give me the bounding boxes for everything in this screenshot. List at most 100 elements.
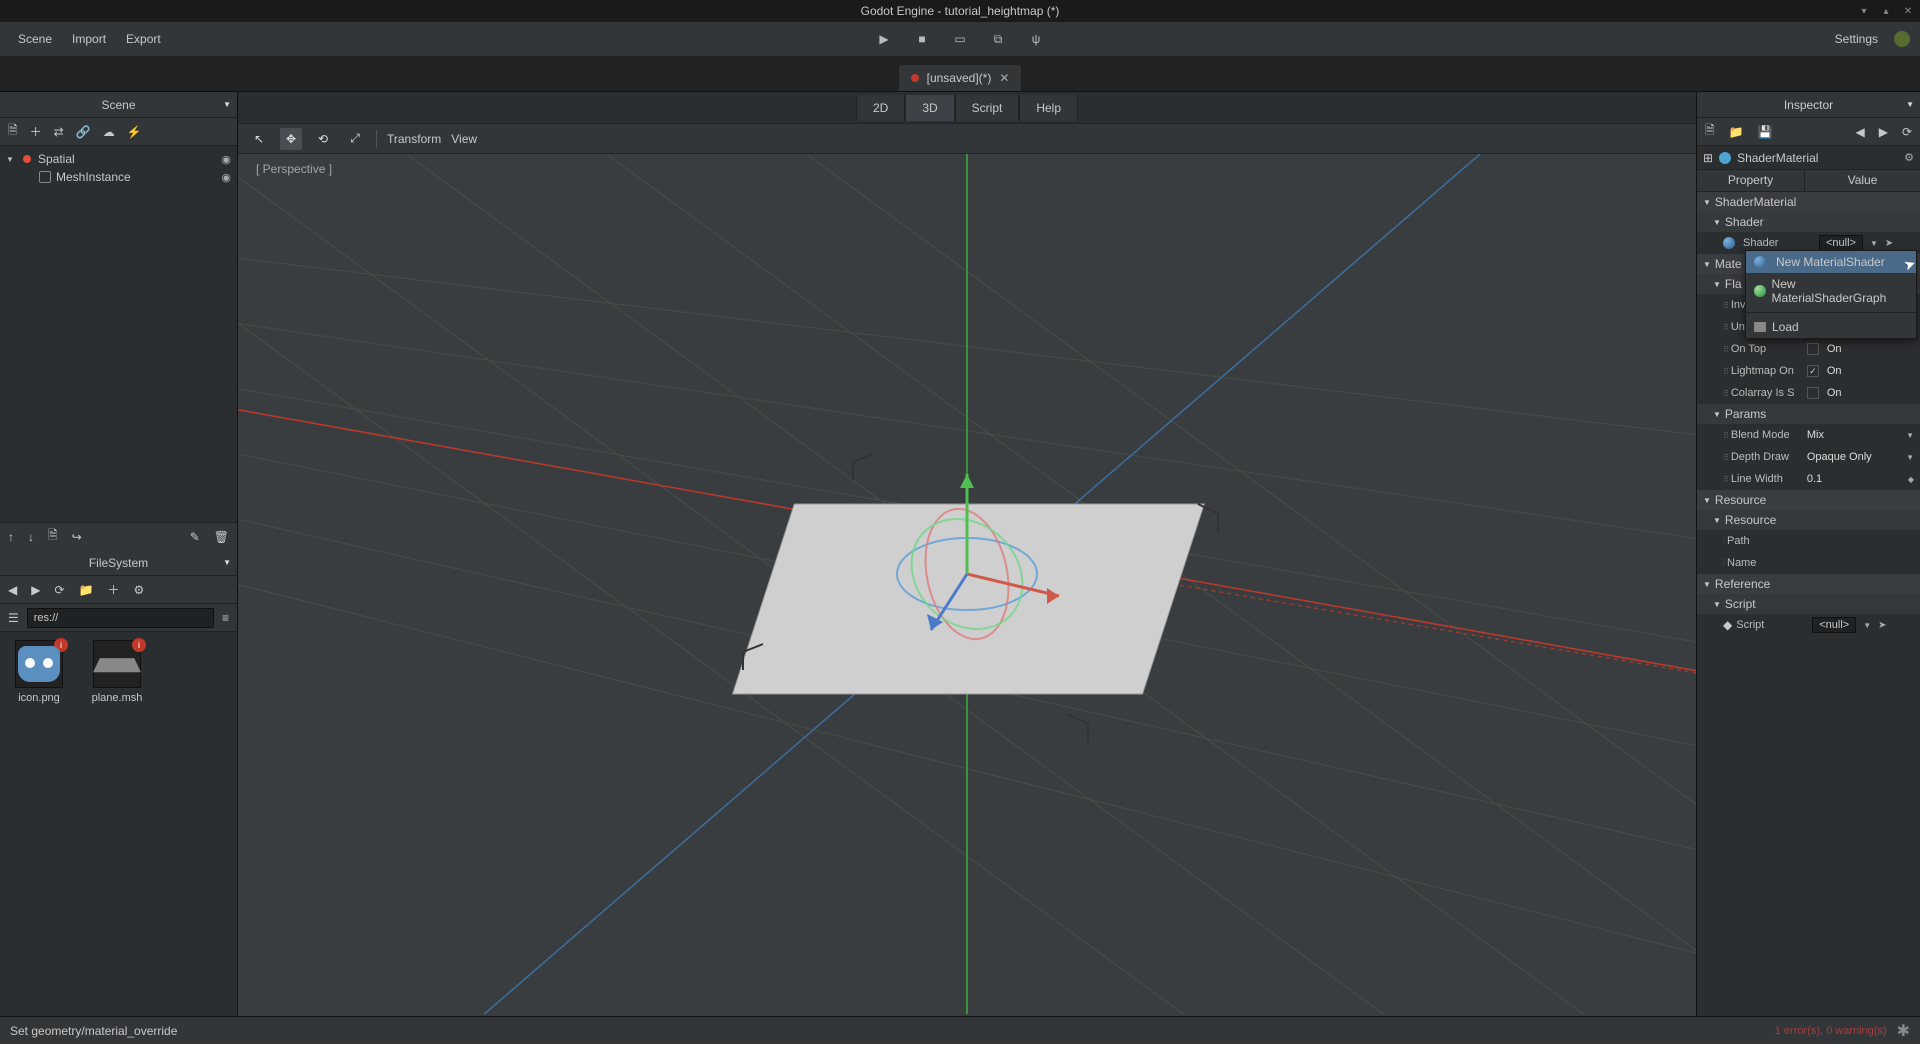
- inspector-body: ▼ShaderMaterial ▼Shader Shader <null> ▼ …: [1697, 192, 1920, 1016]
- view-menu[interactable]: View: [451, 132, 477, 146]
- play-scene-icon[interactable]: ▭: [950, 29, 970, 49]
- prop-blend-mode[interactable]: ⠿Blend ModeMix▼: [1697, 424, 1920, 446]
- file-plane-msh[interactable]: i plane.msh: [86, 640, 148, 704]
- stop-icon[interactable]: ■: [912, 29, 932, 49]
- prop-name[interactable]: ⦙Name: [1697, 552, 1920, 574]
- file-icon-png[interactable]: i icon.png: [8, 640, 70, 704]
- dropdown-icon[interactable]: ▼: [1863, 621, 1871, 630]
- inspector-columns: Property Value: [1697, 170, 1920, 192]
- tab-close-icon[interactable]: ✕: [999, 71, 1009, 85]
- folder-icon[interactable]: 📁: [79, 583, 94, 597]
- broadcast-icon[interactable]: ψ: [1026, 29, 1046, 49]
- tree-child[interactable]: MeshInstance ◉: [6, 168, 231, 186]
- save-resource-icon[interactable]: 💾: [1758, 125, 1773, 139]
- close-icon[interactable]: ✕: [1902, 5, 1914, 17]
- goto-icon[interactable]: ➤: [1885, 238, 1893, 249]
- visibility-icon[interactable]: ◉: [221, 153, 231, 166]
- history-icon[interactable]: ⟳: [1902, 125, 1912, 139]
- prop-line-width[interactable]: ⠿Line Width0.1◆: [1697, 468, 1920, 490]
- transform-menu[interactable]: Transform: [387, 132, 441, 146]
- nav-refresh-icon[interactable]: ⟳: [54, 583, 64, 597]
- list-view-icon[interactable]: ≡: [222, 611, 229, 625]
- fs-settings-icon[interactable]: ⚙: [134, 583, 145, 597]
- error-count[interactable]: 1 error(s), 0 warning(s): [1775, 1025, 1887, 1037]
- tab-script[interactable]: Script: [955, 95, 1020, 121]
- open-resource-icon[interactable]: 📁: [1729, 125, 1744, 139]
- tab-2d[interactable]: 2D: [856, 95, 905, 121]
- move-tool-icon[interactable]: ✥: [280, 128, 302, 150]
- new-folder-icon[interactable]: ＋: [107, 581, 119, 598]
- play-controls: ▶ ■ ▭ ⧉ ψ: [874, 29, 1046, 49]
- rotate-tool-icon[interactable]: ⟲: [312, 128, 334, 150]
- scale-tool-icon[interactable]: ⤢: [344, 128, 366, 150]
- inspected-object-label: ShaderMaterial: [1737, 151, 1898, 165]
- prop-path[interactable]: ⦙Path: [1697, 530, 1920, 552]
- editor-mode-tabs: 2D 3D Script Help: [238, 92, 1696, 124]
- edit-icon[interactable]: ✎: [190, 530, 200, 544]
- history-forward-icon[interactable]: ▶: [1879, 125, 1888, 139]
- sect-shadermaterial[interactable]: ▼ShaderMaterial: [1697, 192, 1920, 212]
- goto-icon[interactable]: ➤: [1878, 620, 1886, 631]
- sect-resource[interactable]: ▼Resource: [1697, 490, 1920, 510]
- wrench-icon[interactable]: ⚙: [1904, 151, 1914, 164]
- reparent-icon[interactable]: ↪: [72, 530, 82, 544]
- sect-script[interactable]: ▼Script: [1697, 594, 1920, 614]
- filesystem-panel-header[interactable]: FileSystem ▼: [0, 550, 237, 576]
- visibility-icon[interactable]: ◉: [221, 171, 231, 184]
- inspector-panel-header[interactable]: Inspector ▼: [1697, 92, 1920, 118]
- dropdown-icon[interactable]: ▼: [1870, 239, 1878, 248]
- tree-view-icon[interactable]: ☰: [8, 611, 19, 625]
- duplicate-icon[interactable]: 🗎: [48, 526, 58, 547]
- sect-resource-inner[interactable]: ▼Resource: [1697, 510, 1920, 530]
- menu-export[interactable]: Export: [116, 28, 171, 50]
- add-node-icon[interactable]: ＋: [30, 123, 42, 140]
- inspected-object[interactable]: ⊞ ShaderMaterial ⚙: [1697, 146, 1920, 170]
- history-back-icon[interactable]: ◀: [1855, 125, 1864, 139]
- tab-help[interactable]: Help: [1019, 95, 1078, 121]
- new-resource-icon[interactable]: 🗎: [1705, 121, 1715, 142]
- link-icon[interactable]: 🔗: [76, 125, 91, 139]
- prop-on-top[interactable]: ⠿On TopOn: [1697, 338, 1920, 360]
- gear-icon[interactable]: [1894, 31, 1910, 47]
- shadergraph-icon: [1754, 285, 1766, 297]
- minimize-icon[interactable]: ▾: [1858, 5, 1870, 17]
- path-input[interactable]: [27, 608, 214, 628]
- sect-reference[interactable]: ▼Reference: [1697, 574, 1920, 594]
- play-icon[interactable]: ▶: [874, 29, 894, 49]
- settings-button[interactable]: Settings: [1827, 28, 1886, 50]
- popup-new-materialshader[interactable]: New MaterialShader: [1746, 251, 1916, 273]
- popup-load[interactable]: Load: [1746, 316, 1916, 338]
- filesystem-title: FileSystem: [89, 556, 148, 570]
- prop-lightmap-on[interactable]: ⠿Lightmap On✓On: [1697, 360, 1920, 382]
- menu-scene[interactable]: Scene: [8, 28, 62, 50]
- scene-panel-header[interactable]: Scene ▼: [0, 92, 237, 118]
- separator: [376, 130, 377, 148]
- select-tool-icon[interactable]: ↖: [248, 128, 270, 150]
- menu-import[interactable]: Import: [62, 28, 116, 50]
- sect-shader[interactable]: ▼Shader: [1697, 212, 1920, 232]
- 3d-viewport[interactable]: [ Perspective ]: [238, 154, 1696, 1016]
- signals-icon[interactable]: ⚡: [127, 125, 142, 139]
- new-node-icon[interactable]: 🗎: [8, 121, 18, 142]
- play-custom-icon[interactable]: ⧉: [988, 29, 1008, 49]
- nav-back-icon[interactable]: ◀: [8, 583, 17, 597]
- sect-params[interactable]: ▼Params: [1697, 404, 1920, 424]
- scene-tree: ▼ Spatial ◉ MeshInstance ◉: [0, 146, 237, 522]
- tree-root[interactable]: ▼ Spatial ◉: [6, 150, 231, 168]
- expand-icon[interactable]: ▼: [6, 155, 16, 164]
- move-down-icon[interactable]: ↓: [28, 530, 34, 544]
- scene-tab-unsaved[interactable]: [unsaved](*) ✕: [899, 65, 1022, 91]
- move-up-icon[interactable]: ↑: [8, 530, 14, 544]
- tab-3d[interactable]: 3D: [905, 95, 954, 121]
- instance-icon[interactable]: ⇄: [54, 125, 64, 139]
- nav-forward-icon[interactable]: ▶: [31, 583, 40, 597]
- group-icon[interactable]: ☁: [103, 125, 115, 139]
- maximize-icon[interactable]: ▴: [1880, 5, 1892, 17]
- menubar: Scene Import Export ▶ ■ ▭ ⧉ ψ Settings: [0, 22, 1920, 56]
- folder-icon: [1754, 322, 1766, 332]
- prop-script[interactable]: ◆ Script <null> ▼ ➤: [1697, 614, 1920, 636]
- prop-colarray[interactable]: ⠿Colarray Is SOn: [1697, 382, 1920, 404]
- popup-new-materialshadergraph[interactable]: New MaterialShaderGraph: [1746, 273, 1916, 309]
- delete-icon[interactable]: 🗑: [214, 530, 229, 544]
- prop-depth-draw[interactable]: ⠿Depth DrawOpaque Only▼: [1697, 446, 1920, 468]
